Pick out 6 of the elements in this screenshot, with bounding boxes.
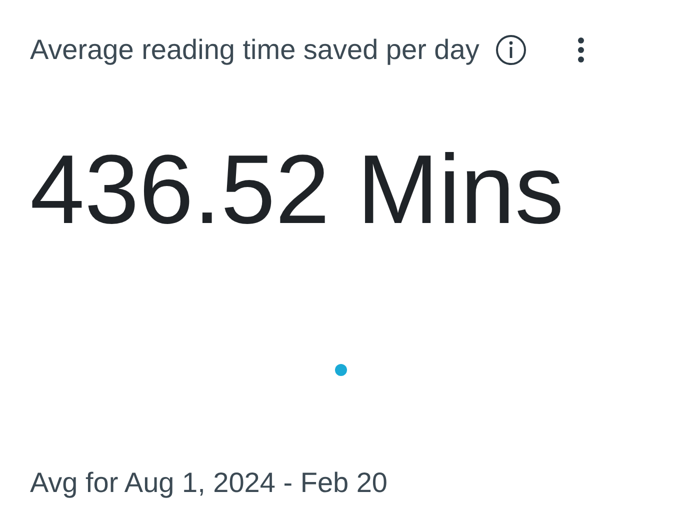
- card-title: Average reading time saved per day: [30, 34, 480, 66]
- metric-value: 436.52 Mins: [30, 140, 565, 238]
- more-options-icon[interactable]: [577, 37, 586, 63]
- info-icon[interactable]: [495, 34, 528, 66]
- date-range-text: Avg for Aug 1, 2024 - Feb 20: [30, 467, 389, 499]
- sparkline-point: [335, 364, 347, 376]
